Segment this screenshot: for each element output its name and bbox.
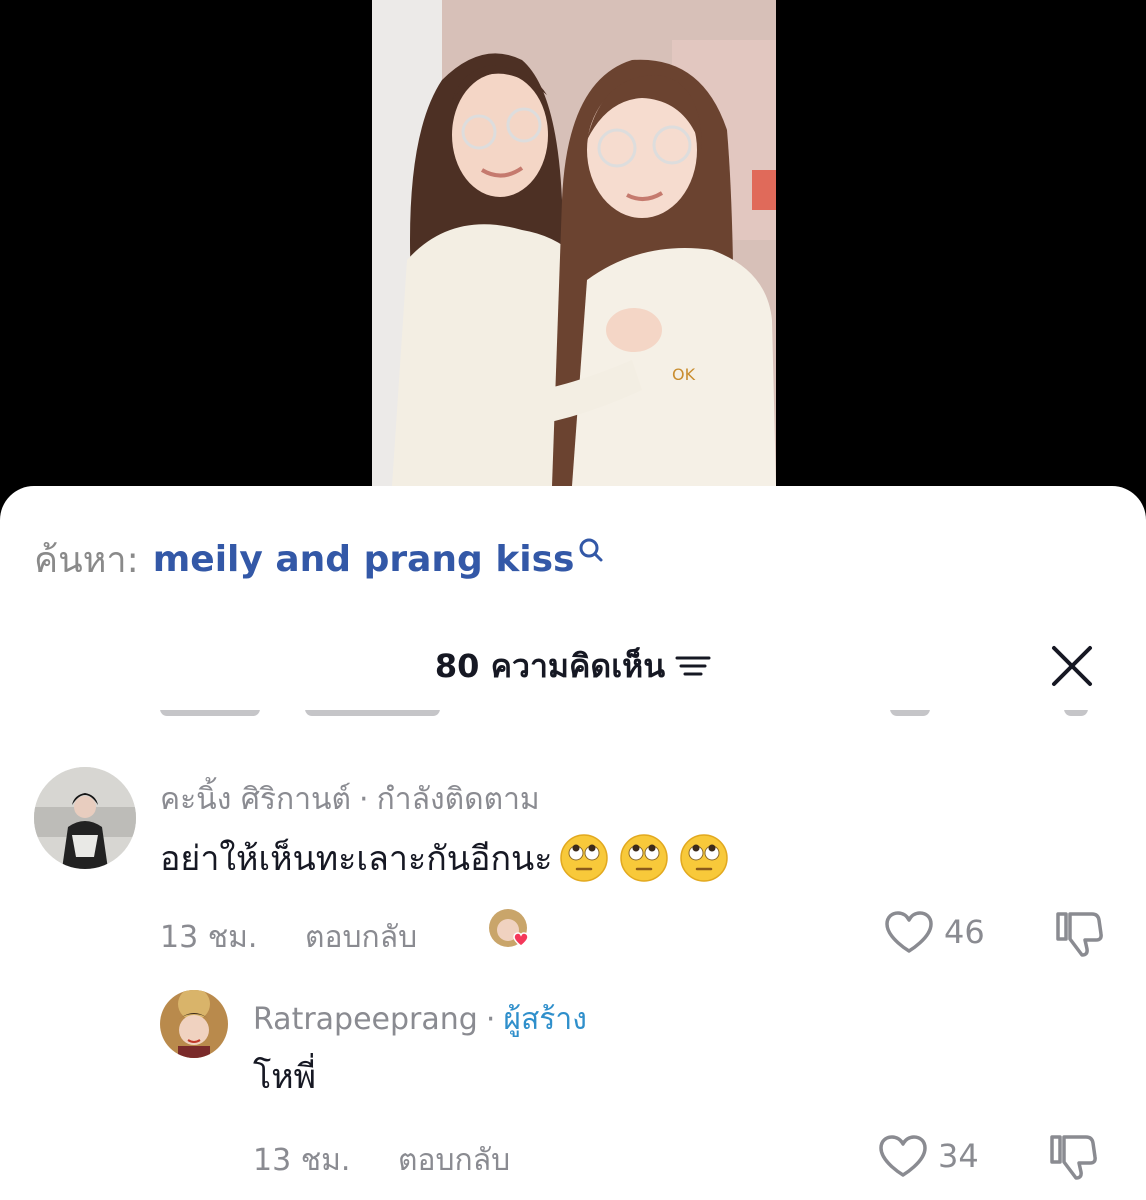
comment-time: 13 ชม.	[160, 920, 258, 955]
dislike-icon[interactable]	[1048, 1131, 1098, 1181]
face-with-rolling-eyes-icon	[619, 834, 668, 882]
heart-outline-icon	[879, 1135, 927, 1177]
avatar[interactable]	[34, 767, 136, 869]
sort-icon[interactable]	[675, 652, 711, 680]
comment-time: 13 ชม.	[253, 1143, 351, 1178]
svg-text:OK: OK	[672, 365, 696, 384]
face-with-rolling-eyes-icon	[559, 834, 608, 882]
face-with-rolling-eyes-icon	[679, 834, 728, 882]
comment-text: อย่าให้เห็นทะเลาะกันอีกนะ	[160, 839, 553, 879]
following-tag: กำลังติดตาม	[376, 782, 540, 817]
separator-dot: ·	[485, 1002, 496, 1037]
search-query-link[interactable]: meily and prang kiss	[153, 539, 575, 580]
video-frame: OK	[372, 0, 776, 486]
like-count: 34	[938, 1137, 979, 1175]
avatar[interactable]	[160, 990, 228, 1058]
close-icon[interactable]	[1050, 644, 1094, 688]
reply-button[interactable]: ตอบกลับ	[398, 1137, 510, 1184]
creator-tag: ผู้สร้าง	[503, 1002, 587, 1037]
like-button[interactable]: 34	[878, 1134, 979, 1178]
comment-text: โหพี่	[253, 1057, 317, 1097]
comment-username-line: คะนิ้ง ศิริกานต์ · กำลังติดตาม	[160, 776, 540, 823]
heart-outline-icon	[885, 911, 933, 953]
username[interactable]: คะนิ้ง ศิริกานต์	[160, 782, 351, 817]
comment-text-row: อย่าให้เห็นทะเลาะกันอีกนะ	[160, 830, 729, 886]
comment-text-row: โหพี่	[253, 1052, 316, 1100]
comments-sheet: ค้นหา: meily and prang kiss 80 ความคิดเห…	[0, 486, 1146, 1200]
reply-button[interactable]: ตอบกลับ	[305, 914, 417, 961]
dislike-icon[interactable]	[1054, 908, 1104, 958]
previous-comment-clipped	[0, 710, 1146, 724]
search-prefix: ค้นหา:	[34, 539, 139, 581]
comments-count: 80 ความคิดเห็น	[434, 646, 666, 685]
search-icon	[579, 538, 603, 562]
separator-dot: ·	[359, 782, 369, 817]
video-player[interactable]: OK	[0, 0, 1146, 500]
like-count: 46	[944, 913, 985, 951]
like-button[interactable]: 46	[884, 910, 985, 954]
video-thumbnail-image: OK	[372, 0, 776, 486]
comment-username-line: Ratrapeeprang · ผู้สร้าง	[253, 996, 587, 1043]
creator-liked-avatar	[489, 909, 529, 947]
username[interactable]: Ratrapeeprang	[253, 1002, 478, 1037]
comments-header: 80 ความคิดเห็น	[0, 638, 1146, 694]
search-suggestion[interactable]: ค้นหา: meily and prang kiss	[34, 534, 606, 584]
